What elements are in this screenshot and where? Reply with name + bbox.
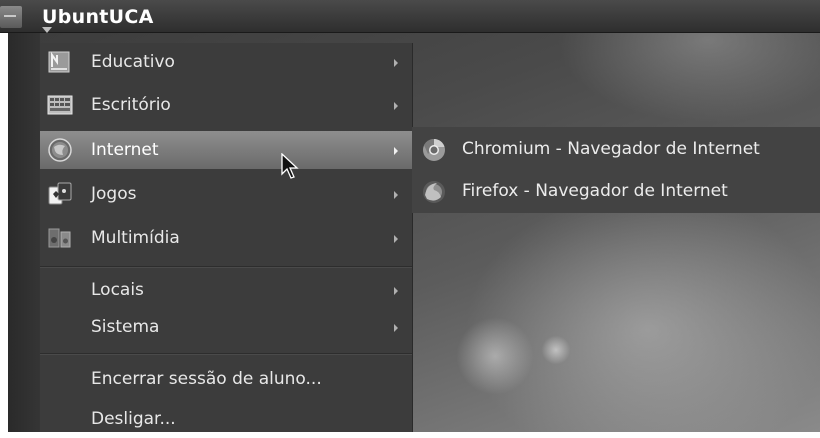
- multimedia-icon: [48, 228, 71, 248]
- menu-separator: [40, 266, 412, 268]
- menu-item-jogos[interactable]: Jogos: [40, 175, 412, 213]
- menu-item-escritorio[interactable]: Escritório: [40, 86, 412, 124]
- menu-separator: [40, 353, 412, 355]
- menu-item-logout[interactable]: Encerrar sessão de aluno...: [40, 360, 412, 398]
- submenu-arrow-icon: [394, 102, 398, 110]
- submenu-item-label: Chromium - Navegador de Internet: [462, 139, 760, 159]
- menu-item-label: Internet: [91, 140, 159, 160]
- menu-item-educativo[interactable]: Educativo: [40, 43, 412, 81]
- applications-menu-button[interactable]: UbuntUCA: [42, 6, 154, 28]
- menu-item-multimidia[interactable]: Multimídia: [40, 219, 412, 257]
- submenu-arrow-icon: [394, 324, 398, 332]
- internet-globe-icon: [48, 138, 72, 162]
- submenu-item-chromium[interactable]: Chromium - Navegador de Internet: [412, 129, 820, 169]
- chromium-icon: [423, 138, 445, 161]
- submenu-arrow-icon: [394, 147, 398, 155]
- menu-item-label: Jogos: [91, 184, 137, 204]
- internet-submenu: Chromium - Navegador de Internet Firefox…: [412, 127, 820, 213]
- menu-item-label: Desligar...: [91, 409, 176, 429]
- menu-item-sistema[interactable]: Sistema: [40, 308, 412, 346]
- submenu-item-firefox[interactable]: Firefox - Navegador de Internet: [412, 171, 820, 211]
- top-panel: UbuntUCA: [0, 0, 820, 33]
- menu-item-internet[interactable]: Internet: [40, 131, 412, 169]
- games-cards-icon: [48, 182, 72, 205]
- menu-item-label: Sistema: [91, 317, 160, 337]
- submenu-arrow-icon: [394, 235, 398, 243]
- submenu-item-label: Firefox - Navegador de Internet: [462, 181, 728, 201]
- menu-item-locais[interactable]: Locais: [40, 271, 412, 309]
- mouse-pointer-icon: [281, 153, 299, 179]
- launcher-strip: [8, 0, 40, 432]
- menu-item-label: Escritório: [91, 95, 171, 115]
- submenu-arrow-icon: [394, 191, 398, 199]
- applications-menu: Educativo Escritório Internet Jogos Mult…: [40, 43, 413, 432]
- firefox-icon: [423, 181, 445, 203]
- menu-item-label: Educativo: [91, 52, 175, 72]
- submenu-arrow-icon: [394, 59, 398, 67]
- menu-item-shutdown[interactable]: Desligar...: [40, 400, 412, 438]
- menu-item-label: Locais: [91, 280, 144, 300]
- menu-caret-icon: [42, 27, 52, 33]
- panel-handle-icon[interactable]: [0, 6, 22, 28]
- office-icon: [47, 95, 73, 115]
- submenu-arrow-icon: [394, 287, 398, 295]
- education-icon: [48, 51, 70, 73]
- menu-item-label: Encerrar sessão de aluno...: [91, 369, 322, 389]
- menu-item-label: Multimídia: [91, 228, 180, 248]
